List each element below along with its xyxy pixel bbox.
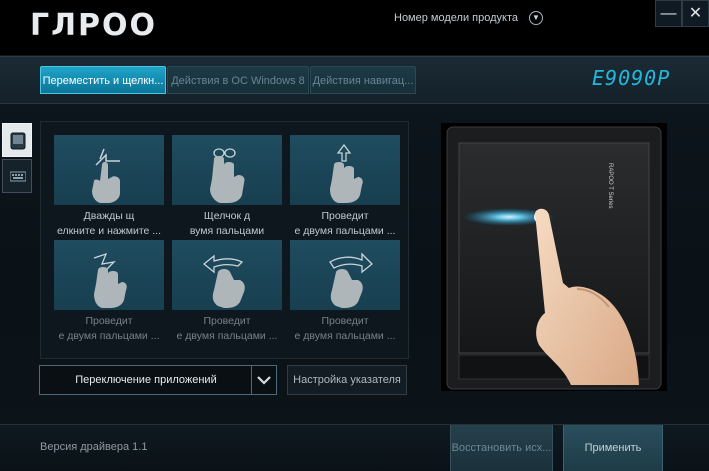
- pointer-settings-button[interactable]: Настройка указателя: [287, 365, 407, 395]
- two-finger-swipe-up-gesture-icon: [330, 143, 363, 203]
- gesture-thumbnail: [172, 135, 282, 205]
- gesture-thumbnail: [172, 240, 282, 310]
- driver-version: Версия драйвера 1.1: [40, 441, 148, 453]
- model-number-label[interactable]: Номер модели продукта: [394, 12, 518, 24]
- keyboard-mode-button[interactable]: [2, 159, 32, 193]
- gesture-label: Проведит е двумя пальцами ...: [58, 315, 160, 342]
- keyboard-icon: [10, 171, 26, 182]
- chevron-down-icon[interactable]: ▼: [529, 11, 543, 25]
- gesture-thumbnail: [290, 135, 400, 205]
- double-tap-hold-gesture-icon: [92, 148, 120, 203]
- rapoo-logo: ГЛPOO: [30, 8, 158, 43]
- gesture-preview: RAPOO T Series: [441, 123, 667, 391]
- dropdown-toggle[interactable]: [251, 366, 276, 394]
- two-finger-swipe-down-gesture-icon: [93, 252, 127, 308]
- device-branding: RAPOO T Series: [607, 163, 613, 209]
- close-button[interactable]: ✕: [682, 0, 709, 27]
- tab-move-and-click[interactable]: Переместить и щелкн...: [40, 66, 166, 94]
- two-finger-tap-gesture-icon: [210, 148, 245, 203]
- product-name: E9090P: [592, 66, 671, 90]
- gesture-label: Проведит е двумя пальцами ...: [294, 315, 396, 342]
- gesture-label: Дважды щ елкните и нажмите ...: [56, 210, 162, 237]
- minimize-button[interactable]: —: [655, 0, 682, 27]
- chevron-down-icon: [257, 376, 271, 385]
- tab-windows8-actions[interactable]: Действия в ОС Windows 8: [167, 66, 309, 94]
- footer-bar: Версия драйвера 1.1 Восстановить исх... …: [0, 424, 709, 471]
- action-select[interactable]: Переключение приложений: [39, 365, 277, 395]
- title-bar: ГЛPOO Номер модели продукта ▼ — ✕: [0, 0, 709, 55]
- two-finger-swipe-left-gesture-icon: [202, 254, 245, 308]
- apply-button[interactable]: Применить: [563, 425, 663, 471]
- gesture-label: Щелчок д вумя пальцами: [189, 210, 265, 237]
- two-finger-swipe-right-gesture-icon: [329, 252, 373, 308]
- gesture-label: Проведит е двумя пальцами ...: [176, 315, 278, 342]
- touchpad-mode-button[interactable]: [2, 123, 32, 157]
- touchpad-preview-illustration: [446, 126, 662, 390]
- restore-defaults-button[interactable]: Восстановить исх...: [450, 425, 553, 471]
- app-window: ГЛPOO Номер модели продукта ▼ — ✕ Переме…: [0, 0, 709, 471]
- gesture-thumbnail: [290, 240, 400, 310]
- gesture-grid: Дважды щ елкните и нажмите ... Щелчок д ву…: [40, 121, 409, 359]
- gesture-label: Проведит е двумя пальцами ...: [294, 210, 396, 237]
- gesture-thumbnail: [54, 135, 164, 205]
- tab-navigation-actions[interactable]: Действия навигац...: [310, 66, 416, 94]
- gesture-thumbnail: [54, 240, 164, 310]
- action-select-value: Переключение приложений: [75, 374, 217, 386]
- touchpad-icon: [10, 132, 26, 150]
